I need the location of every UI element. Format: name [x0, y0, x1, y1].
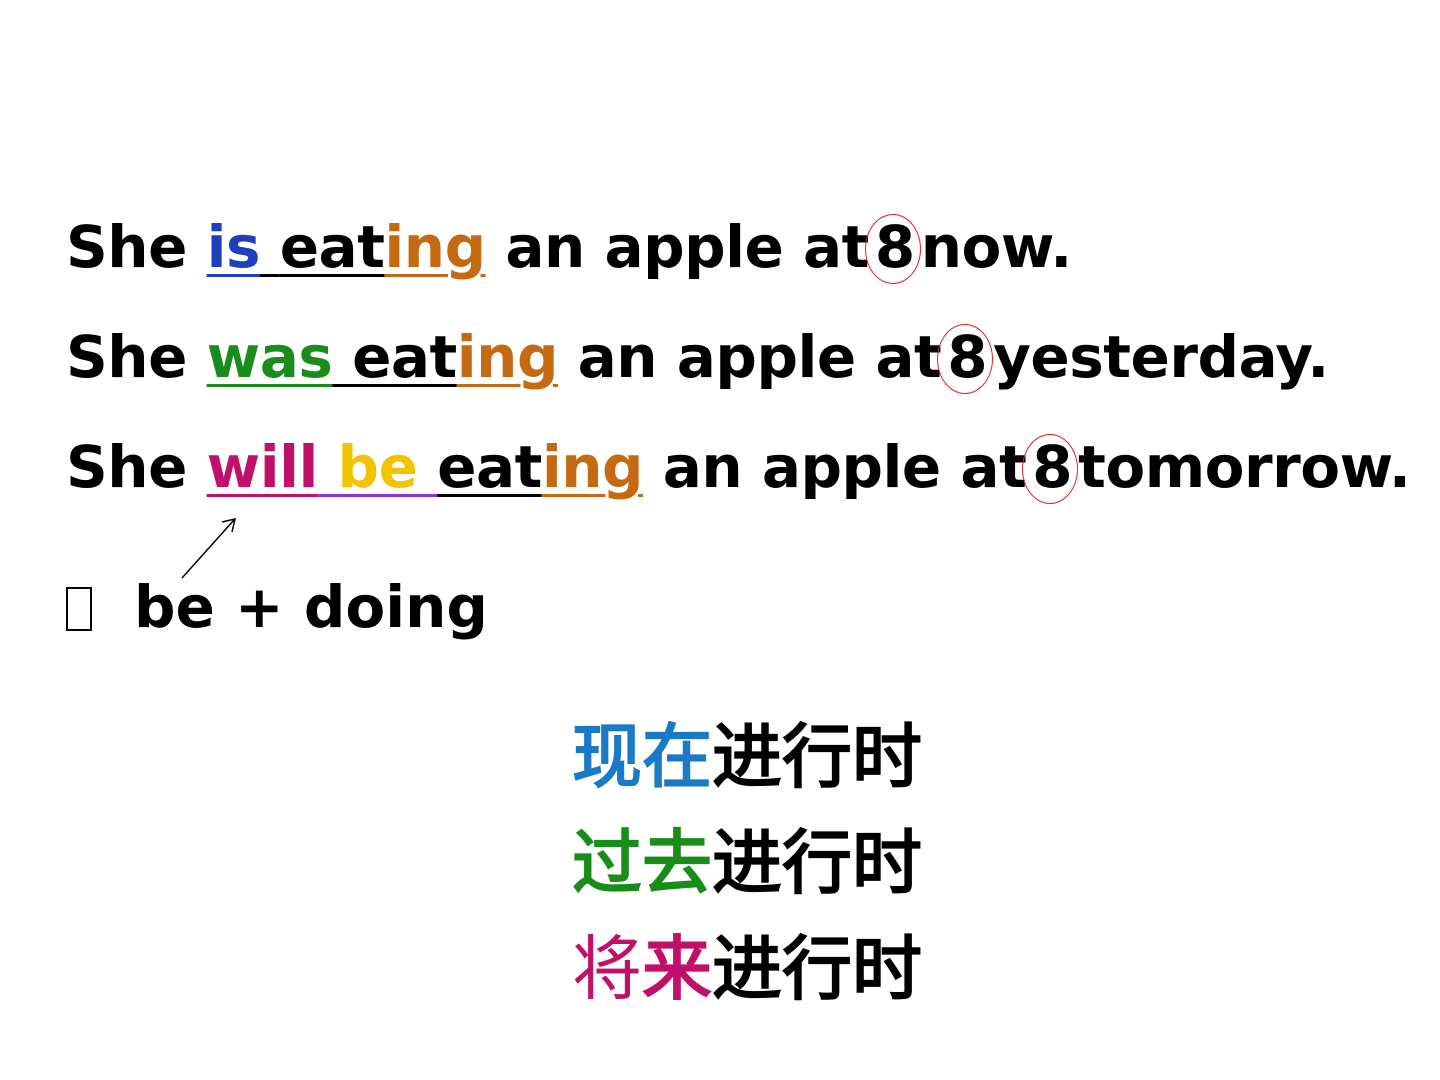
tense-present-progressive: 现在进行时	[572, 712, 922, 802]
tense-past-progressive: 过去进行时	[572, 818, 922, 908]
subject: She	[66, 213, 187, 281]
tense-time-word: 过去	[572, 822, 712, 904]
number-label: 8	[947, 323, 988, 391]
verb-suffix: ing	[541, 433, 644, 501]
tense-suffix: 进行时	[712, 716, 922, 798]
verb-stem: eat	[279, 213, 385, 281]
object-phrase: an apple at	[662, 433, 1027, 501]
sentence-future: She will be eating an apple at 8 tomorrow.	[66, 432, 1411, 504]
object-phrase: an apple at	[577, 323, 942, 391]
circled-number: 8	[1022, 432, 1079, 504]
space-underline	[318, 433, 338, 501]
verb-suffix: ing	[384, 213, 486, 281]
number-label: 8	[1032, 433, 1073, 501]
formula-text: be + doing	[134, 573, 488, 641]
tense-time-word: 现在	[572, 716, 712, 798]
aux-was: was	[206, 323, 333, 391]
tense-future-progressive: 将来进行时	[572, 924, 922, 1014]
space-underline	[417, 433, 437, 501]
sentence-past: She was eating an apple at 8 yesterday.	[66, 322, 1329, 394]
bullet-box-icon	[66, 587, 92, 631]
verb-suffix: ing	[456, 323, 559, 391]
space-underline	[260, 213, 280, 281]
number-label: 8	[874, 213, 915, 281]
slide: She is eating an apple at 8 now. She was e…	[0, 0, 1440, 1080]
formula: be + doing	[66, 572, 488, 642]
circled-number: 8	[864, 212, 921, 284]
tense-suffix: 进行时	[712, 822, 922, 904]
space-underline	[332, 323, 352, 391]
subject: She	[66, 433, 187, 501]
object-phrase: an apple at	[505, 213, 869, 281]
tense-time-word-second: 来	[642, 928, 712, 1010]
time-word: now.	[920, 213, 1073, 281]
aux-be: be	[337, 433, 418, 501]
sentence-present: She is eating an apple at 8 now.	[66, 212, 1073, 284]
subject: She	[66, 323, 187, 391]
time-word: tomorrow.	[1078, 433, 1411, 501]
aux-is: is	[206, 213, 261, 281]
time-word: yesterday.	[993, 323, 1329, 391]
circled-number: 8	[937, 322, 993, 394]
verb-stem: eat	[437, 433, 542, 501]
tense-time-word-first: 将	[572, 928, 642, 1010]
aux-will: will	[206, 433, 319, 501]
tense-suffix: 进行时	[712, 928, 922, 1010]
verb-stem: eat	[352, 323, 457, 391]
